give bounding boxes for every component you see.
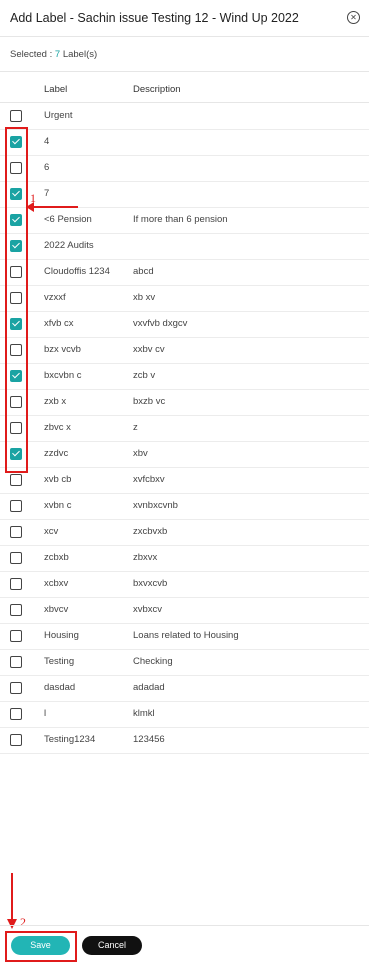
row-label: Housing (44, 630, 79, 641)
row-label: vzxxf (44, 292, 66, 303)
label-checkbox[interactable] (10, 526, 22, 538)
label-checkbox[interactable] (10, 578, 22, 590)
row-label: zzdvc (44, 448, 69, 459)
table-row: Cloudoffis 1234 abcd (0, 259, 369, 286)
close-icon[interactable]: ✕ (347, 11, 360, 24)
table-row: xcv zxcbvxb (0, 519, 369, 546)
row-description: zbxvx (133, 552, 158, 563)
row-description: Checking (133, 656, 173, 667)
table-row: l klmkl (0, 701, 369, 728)
table-row: xfvb cx vxvfvb dxgcv (0, 311, 369, 338)
row-label: xcv (44, 526, 59, 537)
row-label: 2022 Audits (44, 240, 94, 251)
row-description: If more than 6 pension (133, 214, 228, 225)
row-label: Testing (44, 656, 75, 667)
dialog-footer: Save Cancel (0, 925, 369, 965)
column-header-label: Label (44, 84, 68, 95)
row-description: zcb v (133, 370, 156, 381)
row-description: klmkl (133, 708, 155, 719)
dialog: Add Label - Sachin issue Testing 12 - Wi… (0, 0, 369, 754)
row-label: 6 (44, 162, 50, 173)
table-row: zzdvc xbv (0, 441, 369, 468)
row-description: abcd (133, 266, 154, 277)
label-checkbox[interactable] (10, 552, 22, 564)
table-row: 6 (0, 155, 369, 182)
table-row: zcbxb zbxvx (0, 545, 369, 572)
row-description: xvbxcv (133, 604, 163, 615)
row-label: xcbxv (44, 578, 69, 589)
table-row: dasdad adadad (0, 675, 369, 702)
table-row: bxcvbn c zcb v (0, 363, 369, 390)
row-label: xfvb cx (44, 318, 74, 329)
table-row: Testing Checking (0, 649, 369, 676)
table-row: xcbxv bxvxcvb (0, 571, 369, 598)
dialog-title: Add Label - Sachin issue Testing 12 - Wi… (10, 11, 299, 25)
row-label: bxcvbn c (44, 370, 82, 381)
header-divider (0, 36, 369, 37)
row-label: dasdad (44, 682, 76, 693)
label-checkbox[interactable] (10, 734, 22, 746)
annotation-arrow-2 (7, 873, 17, 929)
row-label: zcbxb (44, 552, 69, 563)
row-description: z (133, 422, 138, 433)
table-row: Testing1234 123456 (0, 727, 369, 754)
table-row: xvb cb xvfcbxv (0, 467, 369, 494)
table-row: xbvcv xvbxcv (0, 597, 369, 624)
label-checkbox[interactable] (10, 682, 22, 694)
row-description: xvnbxcvnb (133, 500, 178, 511)
row-description: xvfcbxv (133, 474, 165, 485)
row-description: bxvxcvb (133, 578, 168, 589)
row-label: 7 (44, 188, 50, 199)
cancel-button[interactable]: Cancel (82, 936, 142, 955)
label-checkbox[interactable] (10, 708, 22, 720)
row-description: Loans related to Housing (133, 630, 239, 641)
row-label: xvb cb (44, 474, 72, 485)
table-row: zxb x bxzb vc (0, 389, 369, 416)
row-label: xvbn c (44, 500, 72, 511)
selected-divider (0, 71, 369, 72)
table-row: xvbn c xvnbxcvnb (0, 493, 369, 520)
label-checkbox[interactable] (10, 656, 22, 668)
row-description: xxbv cv (133, 344, 165, 355)
row-label: Cloudoffis 1234 (44, 266, 110, 277)
annotation-number-1: 1 (30, 191, 36, 205)
row-label: zbvc x (44, 422, 71, 433)
row-description: vxvfvb dxgcv (133, 318, 188, 329)
row-label: Urgent (44, 110, 73, 121)
dialog-header: Add Label - Sachin issue Testing 12 - Wi… (0, 0, 369, 36)
row-label: xbvcv (44, 604, 69, 615)
row-description: adadad (133, 682, 165, 693)
row-description: xbv (133, 448, 148, 459)
selected-count-text: Selected : 7 Label(s) (10, 49, 97, 60)
table-row: 4 (0, 129, 369, 156)
table-row: 2022 Audits (0, 233, 369, 260)
table-row: zbvc x z (0, 415, 369, 442)
label-checkbox[interactable] (10, 604, 22, 616)
label-checkbox[interactable] (10, 110, 22, 122)
row-label: zxb x (44, 396, 67, 407)
save-button[interactable]: Save (11, 936, 70, 955)
table-row: bzx vcvb xxbv cv (0, 337, 369, 364)
row-label: bzx vcvb (44, 344, 81, 355)
label-checkbox[interactable] (10, 630, 22, 642)
column-header-description: Description (133, 84, 181, 95)
row-description: 123456 (133, 734, 165, 745)
table-row: vzxxf xb xv (0, 285, 369, 312)
annotation-checkbox-highlight (5, 127, 28, 473)
table-row: Urgent (0, 103, 369, 130)
row-label: Testing1234 (44, 734, 96, 745)
row-label: <6 Pension (44, 214, 92, 225)
table-row: Housing Loans related to Housing (0, 623, 369, 650)
label-checkbox[interactable] (10, 500, 22, 512)
row-label: 4 (44, 136, 50, 147)
row-description: zxcbvxb (133, 526, 168, 537)
selected-prefix: Selected : (10, 49, 55, 60)
row-description: bxzb vc (133, 396, 166, 407)
selected-suffix: Label(s) (60, 49, 98, 60)
row-description: xb xv (133, 292, 156, 303)
label-checkbox[interactable] (10, 474, 22, 486)
row-label: l (44, 708, 47, 719)
